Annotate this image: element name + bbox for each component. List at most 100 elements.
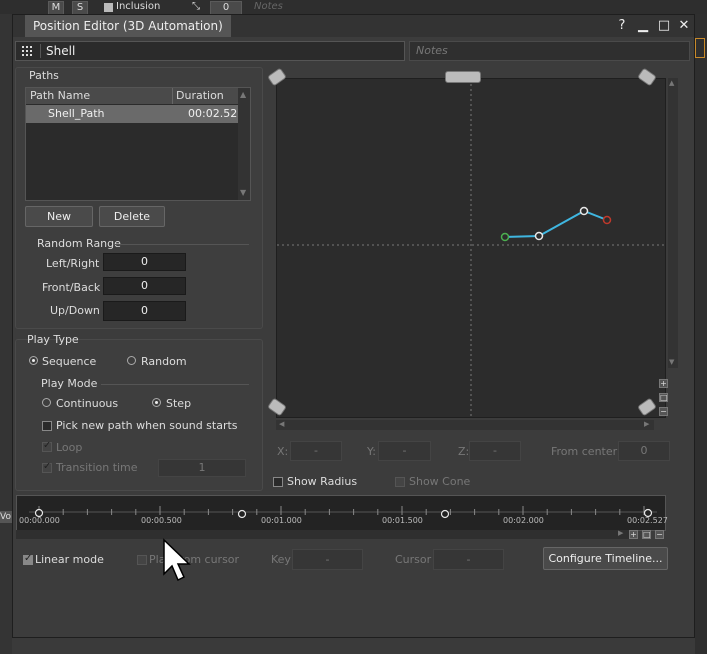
pad-vertical-scrollbar[interactable]: ▲ ▼ (668, 78, 678, 368)
timeline-zoom-in-icon[interactable]: + (629, 530, 638, 539)
timeline-key (440, 509, 450, 519)
minimize-icon[interactable]: ▁ (634, 17, 652, 35)
path-point (534, 231, 544, 241)
from-center-field[interactable]: 0 (618, 441, 670, 461)
divider (101, 384, 249, 385)
up-down-label: Up/Down (50, 304, 100, 317)
pick-new-path-label: Pick new path when sound starts (56, 419, 238, 432)
timeline-ruler (29, 506, 657, 519)
scroll-right-icon[interactable]: ▶ (644, 420, 649, 428)
step-label: Step (166, 397, 192, 410)
paths-label: Paths (29, 69, 59, 82)
key-label: Key (271, 553, 291, 566)
question-circle-icon[interactable]: ? (613, 17, 631, 35)
position-editor-window: Position Editor (3D Automation) ? ▁ □ ✕ … (12, 14, 695, 638)
play-type-label: Play Type (27, 333, 79, 346)
divider (113, 244, 249, 245)
inclusion-checkbox[interactable] (104, 3, 113, 12)
loop-checkbox[interactable] (42, 440, 52, 452)
cursor-label: Cursor (395, 553, 432, 566)
inclusion-label: Inclusion (116, 1, 161, 12)
scroll-up-icon[interactable]: ▲ (240, 90, 246, 99)
z-label: Z: (458, 445, 470, 458)
left-tab[interactable]: Vo (0, 511, 12, 523)
pick-new-path-checkbox[interactable] (42, 421, 52, 431)
title-bar: Position Editor (3D Automation) ? ▁ □ ✕ (13, 15, 694, 37)
tick-label: 00:02.000 (503, 516, 544, 525)
front-back-label: Front/Back (42, 281, 101, 294)
from-center-label: From center: (551, 445, 621, 458)
scroll-left-icon[interactable]: ◀ (279, 420, 284, 428)
mute-button[interactable]: M (48, 1, 64, 15)
background-field-edge (695, 38, 705, 58)
path-point (579, 206, 589, 216)
position-pad[interactable] (276, 78, 666, 418)
background-left-panel: Vo (0, 14, 12, 654)
show-cone-checkbox[interactable] (395, 477, 405, 487)
show-radius-checkbox[interactable] (273, 477, 283, 487)
path-end-point (602, 215, 612, 225)
show-radius-label: Show Radius (287, 475, 358, 488)
delete-path-button[interactable]: Delete (99, 206, 165, 227)
path-name-cell: Shell_Path (48, 107, 105, 120)
linear-mode-checkbox[interactable] (23, 553, 33, 565)
mouse-cursor-icon (163, 538, 191, 582)
transition-time-label: Transition time (56, 461, 138, 474)
cursor-field[interactable]: - (433, 549, 504, 570)
timeline-key (237, 509, 247, 519)
show-cone-label: Show Cone (409, 475, 471, 488)
step-radio[interactable] (152, 398, 161, 407)
timeline-zoom-fit-icon[interactable]: □ (642, 530, 651, 539)
column-divider (172, 88, 173, 104)
play-mode-label: Play Mode (41, 377, 98, 390)
maximize-icon[interactable]: □ (655, 17, 673, 35)
scroll-down-icon[interactable]: ▼ (669, 358, 674, 366)
transition-time-checkbox[interactable] (42, 461, 52, 473)
object-name-field[interactable]: Shell (15, 41, 405, 61)
left-right-label: Left/Right (46, 257, 100, 270)
table-row[interactable]: Shell_Path 00:02.527 (26, 105, 244, 123)
zoom-out-icon[interactable]: − (659, 407, 668, 416)
transition-time-field[interactable]: 1 (158, 459, 246, 477)
new-path-button[interactable]: New (25, 206, 93, 227)
tick-label: 00:00.500 (141, 516, 182, 525)
loop-label: Loop (56, 441, 83, 454)
random-range-label: Random Range (37, 237, 121, 250)
column-header-duration[interactable]: Duration (176, 88, 224, 104)
close-icon[interactable]: ✕ (675, 17, 693, 35)
timeline-zoom-out-icon[interactable]: − (655, 530, 664, 539)
solo-button[interactable]: S (72, 1, 88, 15)
z-field[interactable]: - (469, 441, 521, 461)
configure-timeline-button[interactable]: Configure Timeline... (543, 547, 668, 570)
tick-label: 00:01.000 (261, 516, 302, 525)
object-name: Shell (46, 44, 76, 58)
notes-field[interactable]: Notes (409, 41, 690, 61)
front-back-field[interactable]: 0 (103, 277, 186, 295)
y-field[interactable]: - (378, 441, 431, 461)
up-down-field[interactable]: 0 (103, 301, 186, 321)
count-field[interactable]: 0 (210, 1, 242, 15)
x-field[interactable]: - (290, 441, 342, 461)
play-from-cursor-checkbox[interactable] (137, 555, 147, 565)
background-toolbar: M S Inclusion ⤡ 0 Notes (0, 0, 707, 15)
path-start-point (500, 232, 510, 242)
timeline-scrollbar[interactable]: ▶ (16, 529, 632, 539)
pad-horizontal-scrollbar[interactable]: ◀ ▶ (276, 420, 654, 430)
continuous-radio[interactable] (42, 398, 51, 407)
scroll-right-icon[interactable]: ▶ (618, 529, 623, 537)
duration-cell: 00:02.527 (188, 107, 245, 120)
random-radio[interactable] (127, 356, 136, 365)
paths-scrollbar[interactable]: ▲ ▼ (238, 88, 250, 200)
zoom-in-icon[interactable]: + (659, 379, 668, 388)
linear-mode-label: Linear mode (35, 553, 104, 566)
zoom-fit-icon[interactable]: □ (659, 393, 668, 402)
column-header-path-name[interactable]: Path Name (30, 88, 90, 104)
left-right-field[interactable]: 0 (103, 253, 186, 271)
key-field[interactable]: - (292, 549, 363, 570)
scroll-down-icon[interactable]: ▼ (240, 188, 246, 197)
timeline[interactable]: 00:00.000 00:00.500 00:01.000 00:01.500 … (16, 495, 668, 531)
tick-label: 00:02.527 (627, 516, 668, 525)
scroll-up-icon[interactable]: ▲ (669, 79, 674, 87)
window-title: Position Editor (3D Automation) (25, 15, 231, 37)
sequence-radio[interactable] (29, 356, 38, 365)
